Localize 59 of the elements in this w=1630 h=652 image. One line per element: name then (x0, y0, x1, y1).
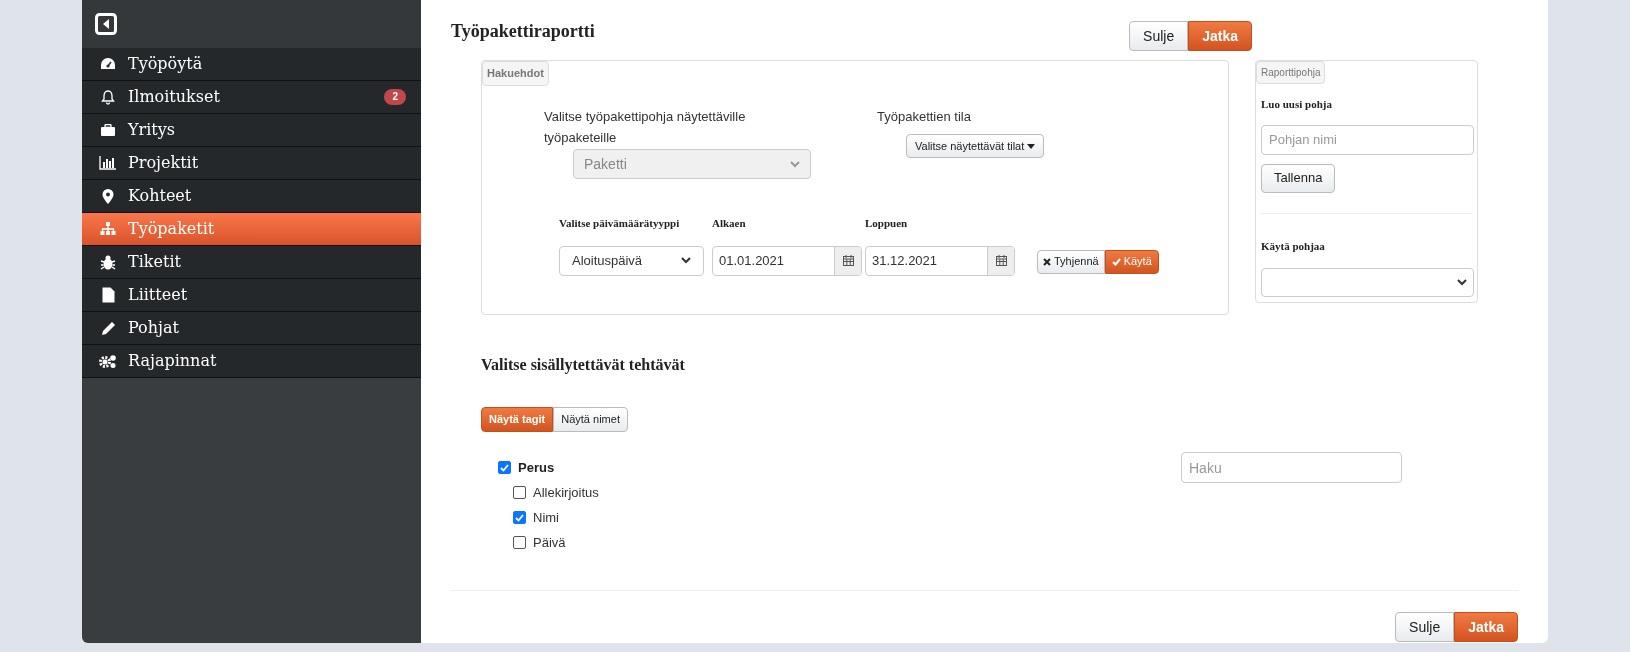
status-dropdown-button[interactable]: Valitse näytettävät tilat (906, 134, 1045, 158)
chevron-down-icon (681, 257, 691, 264)
sitemap-icon (100, 222, 116, 236)
checkbox[interactable] (498, 461, 511, 474)
checkbox[interactable] (513, 511, 526, 524)
nav-item[interactable]: Rajapinnat (82, 345, 421, 378)
section-label: Luo uusi pohja (1261, 97, 1333, 112)
calendar-icon[interactable] (995, 255, 1007, 266)
pencil-icon (100, 320, 116, 336)
section-heading: Valitse sisällytettävät tehtävät (481, 355, 686, 376)
checkbox[interactable] (513, 536, 526, 549)
nav-item[interactable]: Tiketit (82, 246, 421, 279)
gears-icon (99, 353, 117, 369)
page-title: Työpakettiraportti (451, 20, 595, 43)
search-field[interactable]: Haku (1181, 452, 1402, 483)
calendar-icon[interactable] (842, 255, 854, 266)
field-label: Valitse työpakettipohja näytettäville työpaketeille (544, 108, 747, 147)
nav-item[interactable]: Projektit (82, 147, 421, 180)
section-label: Käytä pohjaa (1261, 238, 1326, 254)
checkbox[interactable] (513, 486, 526, 499)
field-label: Alkaen (712, 216, 747, 231)
template-name-field[interactable]: Pohjan nimi (1261, 124, 1474, 155)
bug-icon (100, 254, 116, 270)
close-icon (1043, 257, 1051, 266)
field-label: Työpakettien tila (877, 108, 972, 126)
checkbox-label: Päivä (533, 533, 566, 552)
nav-item[interactable]: Kohteet (82, 180, 421, 213)
date-field[interactable]: 01.01.2021 (712, 245, 862, 276)
checkmark-icon (1111, 257, 1121, 266)
clear-button[interactable]: Tyhjennä (1037, 249, 1105, 274)
nav-item[interactable]: Pohjat (82, 312, 421, 345)
save-button[interactable]: Tallenna (1261, 163, 1336, 193)
briefcase-icon (100, 123, 116, 137)
collapse-sidebar-icon[interactable] (95, 13, 117, 35)
map-marker-icon (102, 188, 114, 204)
view-tab[interactable]: Näytä nimet (553, 407, 628, 432)
date-field[interactable]: 31.12.2021 (865, 245, 1015, 276)
close-button[interactable]: Sulje (1129, 21, 1189, 51)
checkbox-label: Nimi (533, 508, 559, 527)
bar-chart-icon (99, 156, 117, 170)
nav-item[interactable]: Yritys (82, 114, 421, 147)
nav-item[interactable]: Ilmoitukset 2 (82, 81, 421, 114)
field-label: Loppuen (865, 216, 909, 231)
field-label: Valitse päivämäärätyyppi (559, 216, 681, 231)
nav-item[interactable]: Liitteet (82, 279, 421, 312)
checkbox-label: Allekirjoitus (533, 483, 599, 502)
panel-legend: Hakuehdot (482, 61, 549, 86)
bell-icon (101, 89, 115, 105)
dashboard-icon (100, 57, 116, 71)
file-icon (101, 287, 115, 303)
date-type-select[interactable]: Aloituspäivä (559, 245, 704, 276)
caret-down-icon (1027, 143, 1036, 149)
chevron-down-icon (1457, 279, 1467, 286)
checkbox-label: Perus (518, 458, 555, 477)
chevron-down-icon (790, 160, 800, 168)
close-button[interactable]: Sulje (1395, 612, 1455, 642)
nav-item[interactable]: Työpöytä (82, 48, 421, 81)
panel-legend: Raporttipohja (1256, 61, 1326, 84)
notification-badge: 2 (384, 89, 406, 105)
